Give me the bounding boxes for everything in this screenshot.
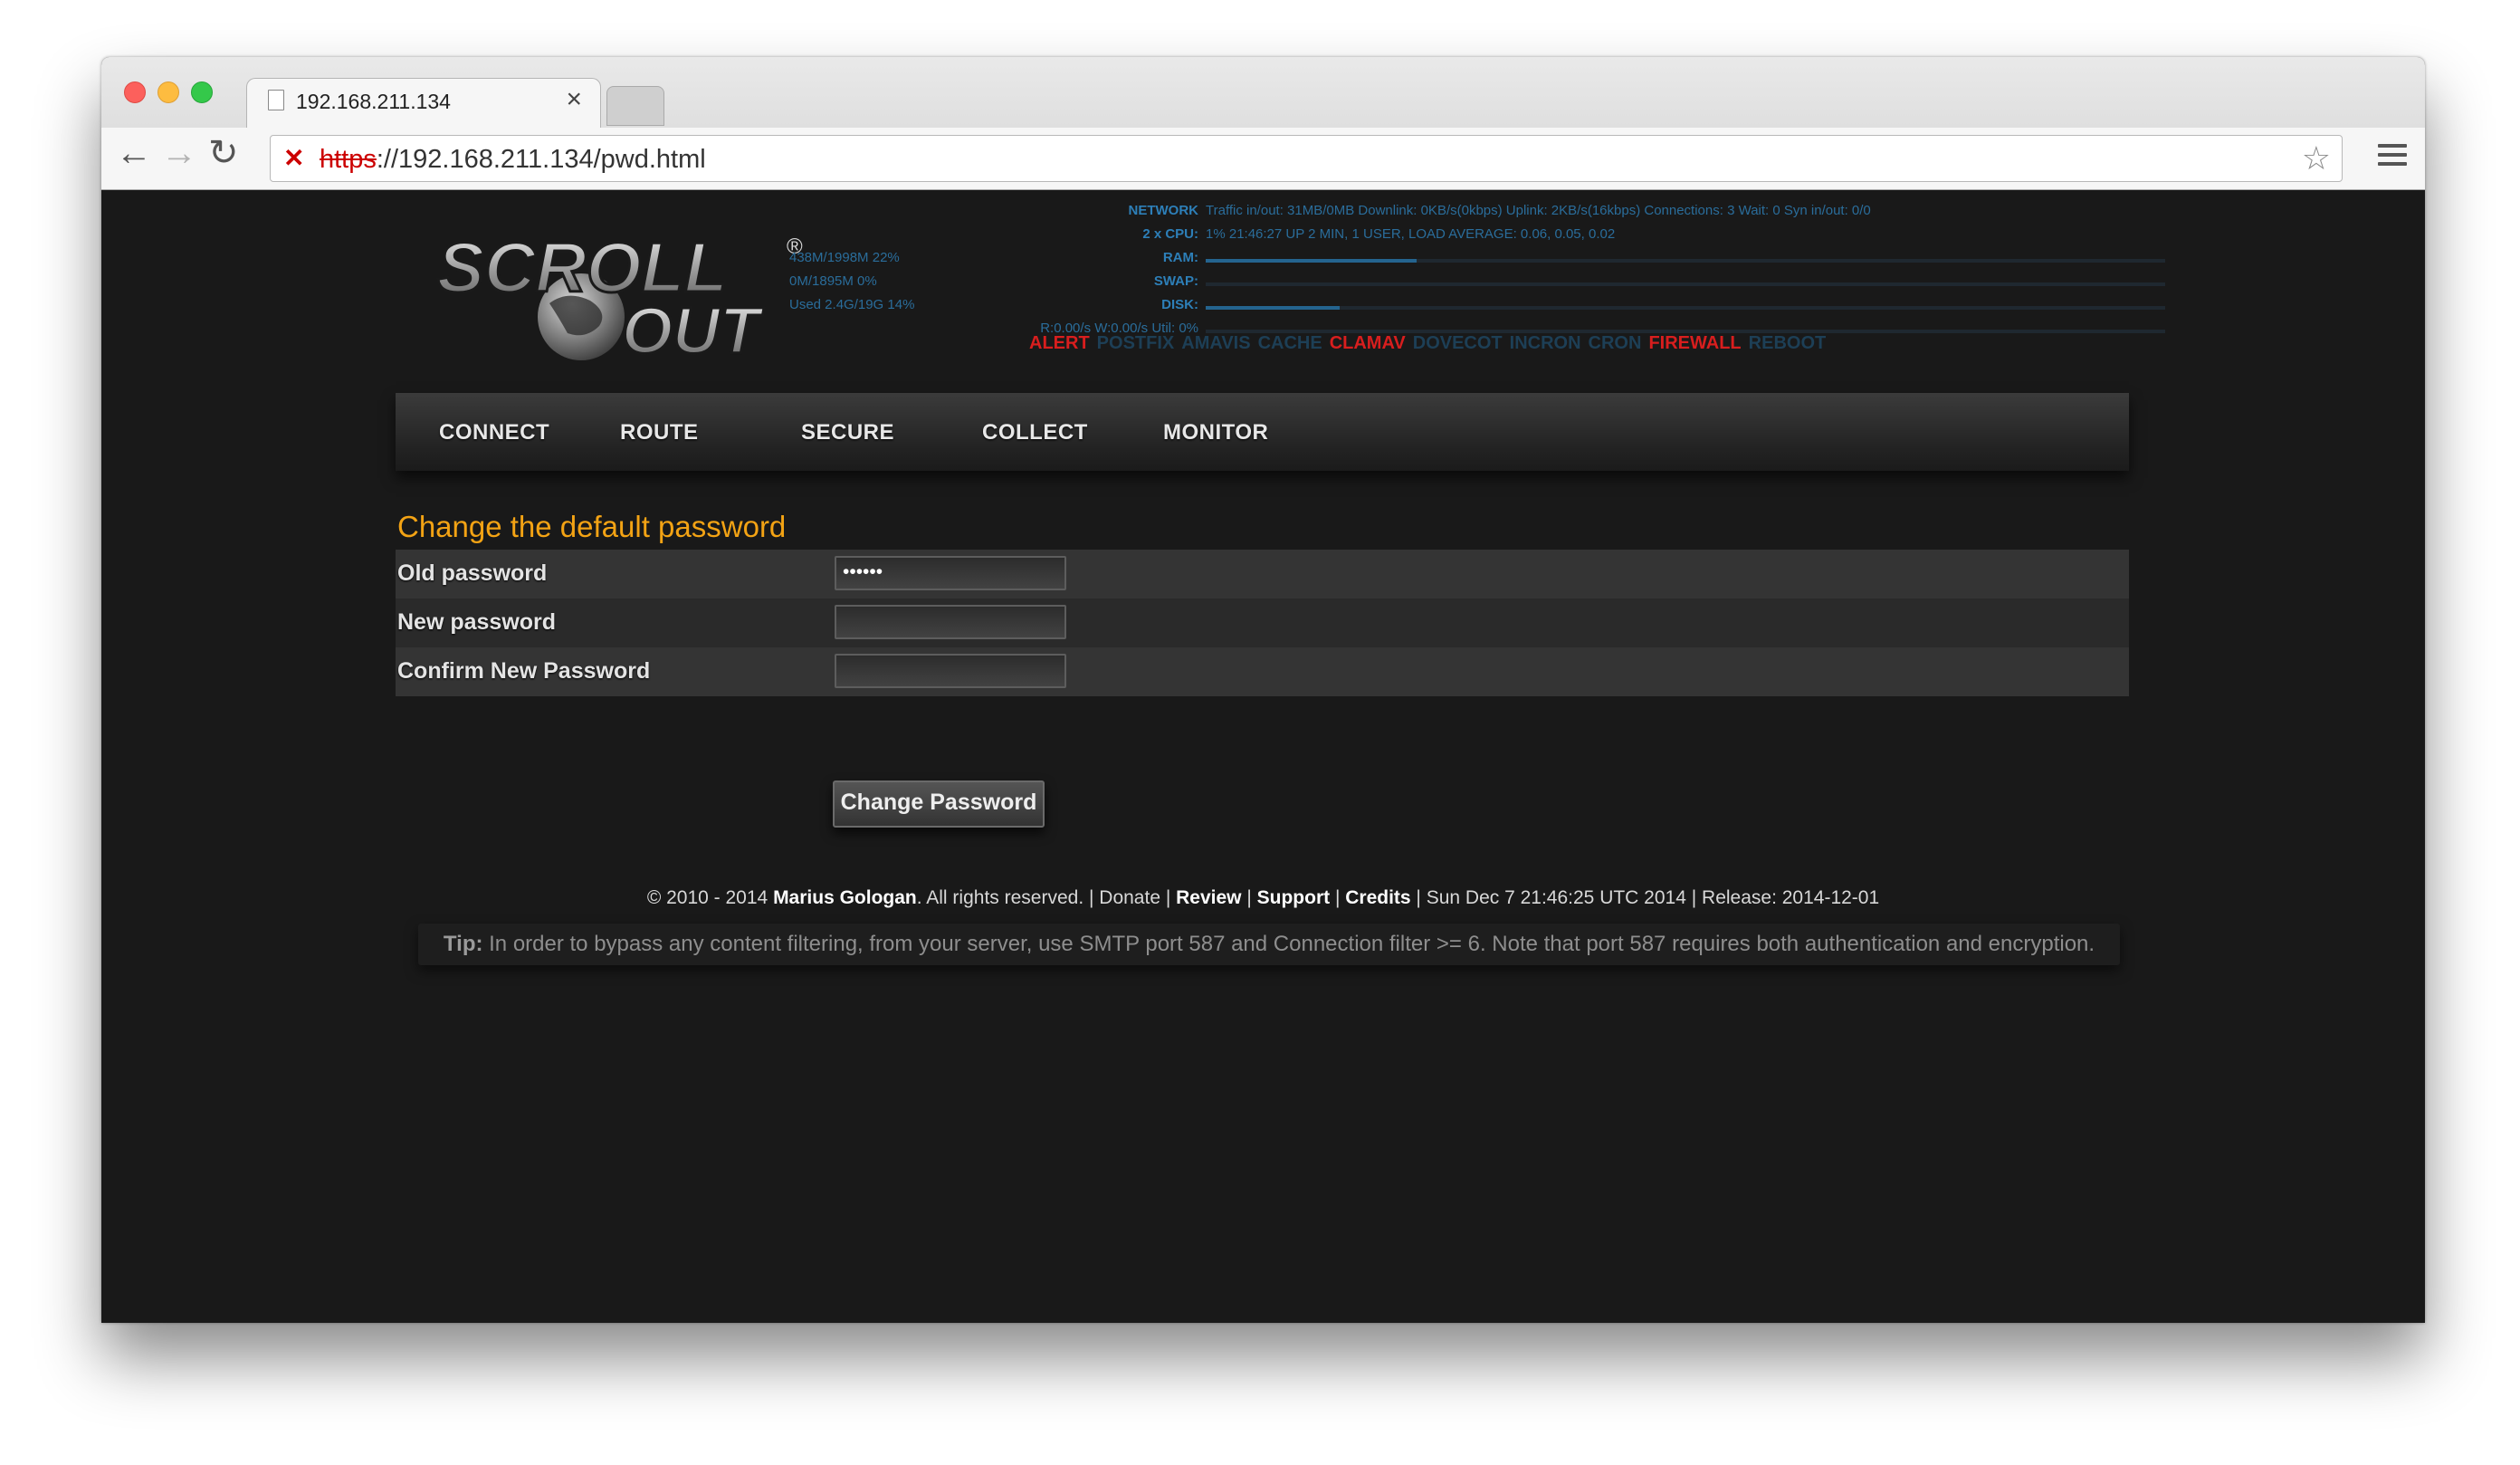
- stat-value: 438M/1998M 22%: [789, 250, 900, 265]
- footer-copyright: © 2010 - 2014: [646, 887, 774, 908]
- old-password-label: Old password: [397, 560, 548, 586]
- support-link[interactable]: Support: [1257, 887, 1330, 908]
- logo-text-out: OUT: [622, 295, 765, 362]
- stat-disk: DISK: Used 2.4G/19G 14%: [789, 297, 2238, 317]
- author-link[interactable]: Marius Gologan: [773, 887, 917, 908]
- tip-box: Tip: In order to bypass any content filt…: [418, 924, 2120, 965]
- service-clamav[interactable]: CLAMAV: [1330, 333, 1406, 353]
- nav-connect[interactable]: CONNECT: [439, 420, 549, 445]
- browser-chrome: 192.168.211.134 × ← → ↻ ✕ https://192.16…: [101, 57, 2425, 190]
- service-cron[interactable]: CRON: [1589, 333, 1642, 353]
- stat-value: Traffic in/out: 31MB/0MB Downlink: 0KB/s…: [1206, 203, 1871, 218]
- donate-link[interactable]: Donate: [1099, 887, 1160, 908]
- footer-separator: |: [1330, 887, 1346, 908]
- footer-date-release: | Sun Dec 7 21:46:25 UTC 2014 | Release:…: [1410, 887, 1880, 908]
- nav-collect[interactable]: COLLECT: [982, 420, 1088, 445]
- stat-label: NETWORK: [1128, 203, 1199, 218]
- stat-value: Used 2.4G/19G 14%: [789, 297, 915, 312]
- tab-close-icon[interactable]: ×: [566, 84, 582, 115]
- ram-usage-bar: [1206, 259, 2165, 263]
- page-title: Change the default password: [397, 510, 787, 543]
- form-row-new-password: New password: [396, 598, 2129, 647]
- stat-network: NETWORK Traffic in/out: 31MB/0MB Downlin…: [943, 203, 2238, 223]
- disk-usage-bar: [1206, 306, 2165, 310]
- url-scheme: https: [320, 145, 377, 174]
- window-minimize-button[interactable]: [158, 81, 179, 103]
- window-close-button[interactable]: [124, 81, 146, 103]
- stat-cpu: 2 x CPU: 1% 21:46:27 UP 2 MIN, 1 USER, L…: [943, 226, 2238, 246]
- footer-rights: . All rights reserved. |: [916, 887, 1100, 908]
- url-text[interactable]: https://192.168.211.134/pwd.html: [320, 145, 706, 175]
- nav-monitor[interactable]: MONITOR: [1163, 420, 1268, 445]
- form-row-confirm-password: Confirm New Password: [396, 647, 2129, 696]
- password-form: Old password •••••• New password Confirm…: [396, 550, 2129, 696]
- stat-swap: SWAP: 0M/1895M 0%: [789, 273, 2238, 293]
- service-postfix[interactable]: POSTFIX: [1097, 333, 1175, 353]
- service-incron[interactable]: INCRON: [1510, 333, 1581, 353]
- confirm-password-label: Confirm New Password: [397, 658, 651, 684]
- stat-label: RAM:: [1162, 250, 1198, 265]
- browser-window: 192.168.211.134 × ← → ↻ ✕ https://192.16…: [101, 57, 2425, 1323]
- service-cache[interactable]: CACHE: [1258, 333, 1322, 353]
- review-link[interactable]: Review: [1176, 887, 1241, 908]
- stat-ram: RAM: 438M/1998M 22%: [789, 250, 2238, 270]
- bookmark-star-icon[interactable]: ☆: [2302, 139, 2331, 177]
- back-arrow-icon[interactable]: ←: [116, 135, 152, 171]
- hamburger-menu-icon[interactable]: [2378, 144, 2407, 168]
- browser-tab[interactable]: 192.168.211.134 ×: [246, 78, 601, 129]
- scrollout-logo: SCROLL OUT ®: [436, 226, 804, 362]
- change-password-button[interactable]: Change Password: [833, 780, 1045, 828]
- tip-label: Tip:: [443, 932, 483, 956]
- service-dovecot[interactable]: DOVECOT: [1413, 333, 1503, 353]
- service-firewall[interactable]: FIREWALL: [1648, 333, 1741, 353]
- footer-separator: |: [1241, 887, 1257, 908]
- tab-title: 192.168.211.134: [296, 90, 451, 113]
- old-password-input[interactable]: ••••••: [835, 556, 1066, 590]
- window-maximize-button[interactable]: [191, 81, 213, 103]
- confirm-password-input[interactable]: [835, 654, 1066, 688]
- stat-label: DISK:: [1161, 297, 1198, 312]
- url-path: ://192.168.211.134/pwd.html: [376, 145, 706, 174]
- page-content: SCROLL OUT ® NETWORK Traffic in/out: 31M…: [101, 190, 2425, 1323]
- forward-arrow-icon[interactable]: →: [161, 135, 197, 171]
- stat-label: SWAP:: [1153, 273, 1198, 289]
- page-icon: [268, 90, 284, 110]
- main-nav: CONNECT ROUTE SECURE COLLECT MONITOR: [396, 393, 2129, 471]
- stat-value: 1% 21:46:27 UP 2 MIN, 1 USER, LOAD AVERA…: [1206, 226, 1616, 242]
- address-bar[interactable]: ✕ https://192.168.211.134/pwd.html ☆: [270, 135, 2343, 182]
- footer: © 2010 - 2014 Marius Gologan. All rights…: [101, 887, 2425, 909]
- service-status-list: ALERT POSTFIX AMAVIS CACHE CLAMAV DOVECOT INCR…: [1029, 333, 1833, 354]
- swap-usage-bar: [1206, 282, 2165, 286]
- tip-text: In order to bypass any content filtering…: [482, 932, 2095, 956]
- footer-separator: |: [1160, 887, 1177, 908]
- stat-label: 2 x CPU:: [1142, 226, 1198, 242]
- service-reboot[interactable]: REBOOT: [1749, 333, 1827, 353]
- broken-lock-icon[interactable]: ✕: [283, 143, 304, 173]
- browser-toolbar: ← → ↻ ✕ https://192.168.211.134/pwd.html…: [101, 128, 2425, 189]
- service-amavis[interactable]: AMAVIS: [1181, 333, 1250, 353]
- new-password-label: New password: [397, 609, 557, 635]
- reload-icon[interactable]: ↻: [208, 135, 239, 171]
- nav-route[interactable]: ROUTE: [620, 420, 699, 445]
- new-password-input[interactable]: [835, 605, 1066, 639]
- nav-secure[interactable]: SECURE: [801, 420, 894, 445]
- credits-link[interactable]: Credits: [1345, 887, 1410, 908]
- stat-value: 0M/1895M 0%: [789, 273, 877, 289]
- form-row-old-password: Old password ••••••: [396, 550, 2129, 598]
- service-alert[interactable]: ALERT: [1029, 333, 1090, 353]
- new-tab-button[interactable]: [606, 86, 664, 126]
